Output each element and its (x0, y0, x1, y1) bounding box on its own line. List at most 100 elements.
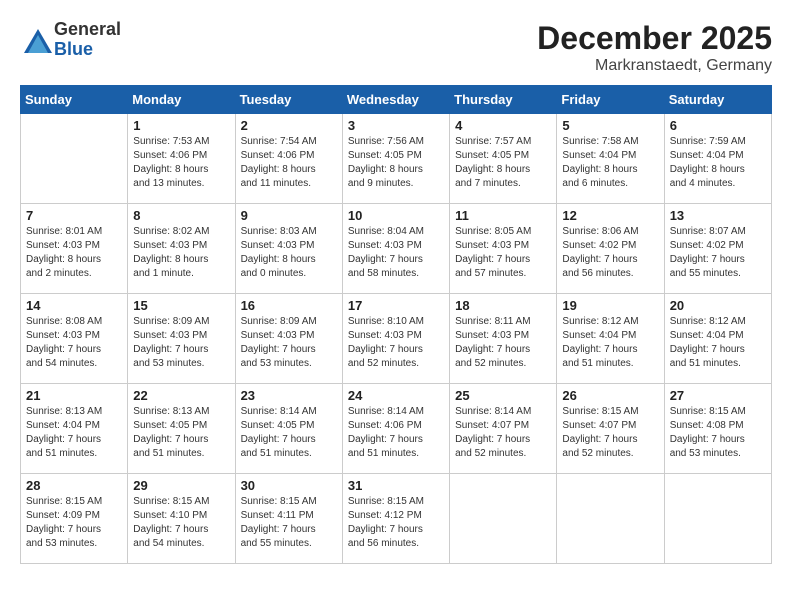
day-cell (664, 474, 771, 564)
month-title: December 2025 (537, 20, 772, 57)
day-number: 12 (562, 208, 658, 223)
day-number: 18 (455, 298, 551, 313)
day-info: Sunrise: 8:14 AM Sunset: 4:05 PM Dayligh… (241, 405, 337, 461)
day-cell: 27Sunrise: 8:15 AM Sunset: 4:08 PM Dayli… (664, 384, 771, 474)
day-number: 21 (26, 388, 122, 403)
day-number: 9 (241, 208, 337, 223)
day-cell: 14Sunrise: 8:08 AM Sunset: 4:03 PM Dayli… (21, 294, 128, 384)
weekday-header-tuesday: Tuesday (235, 86, 342, 114)
day-info: Sunrise: 8:11 AM Sunset: 4:03 PM Dayligh… (455, 315, 551, 371)
day-cell: 13 Sunrise: 8:07 AM Sunset: 4:02 PM Dayli… (664, 204, 771, 294)
day-cell: 12 Sunrise: 8:06 AM Sunset: 4:02 PM Dayli… (557, 204, 664, 294)
day-number: 3 (348, 118, 444, 133)
day-cell (21, 114, 128, 204)
day-number: 22 (133, 388, 229, 403)
day-cell: 22 Sunrise: 8:13 AM Sunset: 4:05 PM Dayli… (128, 384, 235, 474)
day-number: 11 (455, 208, 551, 223)
day-info: Sunrise: 8:15 AM Sunset: 4:07 PM Dayligh… (562, 405, 658, 461)
day-cell: 26 Sunrise: 8:15 AM Sunset: 4:07 PM Dayli… (557, 384, 664, 474)
day-info: Sunrise: 8:06 AM Sunset: 4:02 PM Dayligh… (562, 225, 658, 281)
day-number: 24 (348, 388, 444, 403)
day-cell: 1 Sunrise: 7:53 AM Sunset: 4:06 PM Daylig… (128, 114, 235, 204)
day-cell: 9 Sunrise: 8:03 AM Sunset: 4:03 PM Daylig… (235, 204, 342, 294)
day-info: Sunrise: 8:08 AM Sunset: 4:03 PM Dayligh… (26, 315, 122, 371)
day-cell: 30Sunrise: 8:15 AM Sunset: 4:11 PM Dayli… (235, 474, 342, 564)
day-cell: 29 Sunrise: 8:15 AM Sunset: 4:10 PM Dayli… (128, 474, 235, 564)
day-number: 1 (133, 118, 229, 133)
day-info: Sunrise: 8:07 AM Sunset: 4:02 PM Dayligh… (670, 225, 766, 281)
day-number: 7 (26, 208, 122, 223)
day-number: 15 (133, 298, 229, 313)
day-number: 31 (348, 478, 444, 493)
day-info: Sunrise: 7:58 AM Sunset: 4:04 PM Dayligh… (562, 135, 658, 191)
day-cell: 7 Sunrise: 8:01 AM Sunset: 4:03 PM Daylig… (21, 204, 128, 294)
day-cell: 21Sunrise: 8:13 AM Sunset: 4:04 PM Dayli… (21, 384, 128, 474)
day-cell: 15 Sunrise: 8:09 AM Sunset: 4:03 PM Dayli… (128, 294, 235, 384)
day-cell: 31 Sunrise: 8:15 AM Sunset: 4:12 PM Dayli… (342, 474, 449, 564)
day-number: 5 (562, 118, 658, 133)
calendar: SundayMondayTuesdayWednesdayThursdayFrid… (20, 85, 772, 564)
weekday-header-friday: Friday (557, 86, 664, 114)
day-info: Sunrise: 8:12 AM Sunset: 4:04 PM Dayligh… (562, 315, 658, 371)
day-cell: 28 Sunrise: 8:15 AM Sunset: 4:09 PM Dayli… (21, 474, 128, 564)
day-info: Sunrise: 8:15 AM Sunset: 4:12 PM Dayligh… (348, 495, 444, 551)
day-info: Sunrise: 8:10 AM Sunset: 4:03 PM Dayligh… (348, 315, 444, 371)
day-number: 8 (133, 208, 229, 223)
day-cell: 18 Sunrise: 8:11 AM Sunset: 4:03 PM Dayli… (450, 294, 557, 384)
day-number: 29 (133, 478, 229, 493)
logo-general: General (54, 20, 121, 40)
day-number: 26 (562, 388, 658, 403)
day-cell: 23Sunrise: 8:14 AM Sunset: 4:05 PM Dayli… (235, 384, 342, 474)
day-cell: 20Sunrise: 8:12 AM Sunset: 4:04 PM Dayli… (664, 294, 771, 384)
day-cell (450, 474, 557, 564)
day-number: 30 (241, 478, 337, 493)
week-row-1: 1 Sunrise: 7:53 AM Sunset: 4:06 PM Daylig… (21, 114, 772, 204)
day-cell (557, 474, 664, 564)
day-number: 17 (348, 298, 444, 313)
day-cell: 6Sunrise: 7:59 AM Sunset: 4:04 PM Daylig… (664, 114, 771, 204)
logo: General Blue (20, 20, 121, 60)
day-number: 13 (670, 208, 766, 223)
day-info: Sunrise: 8:09 AM Sunset: 4:03 PM Dayligh… (133, 315, 229, 371)
day-info: Sunrise: 8:01 AM Sunset: 4:03 PM Dayligh… (26, 225, 122, 281)
day-info: Sunrise: 8:15 AM Sunset: 4:10 PM Dayligh… (133, 495, 229, 551)
day-number: 28 (26, 478, 122, 493)
day-info: Sunrise: 7:54 AM Sunset: 4:06 PM Dayligh… (241, 135, 337, 191)
weekday-header-monday: Monday (128, 86, 235, 114)
day-info: Sunrise: 7:59 AM Sunset: 4:04 PM Dayligh… (670, 135, 766, 191)
week-row-2: 7 Sunrise: 8:01 AM Sunset: 4:03 PM Daylig… (21, 204, 772, 294)
day-info: Sunrise: 8:13 AM Sunset: 4:05 PM Dayligh… (133, 405, 229, 461)
day-info: Sunrise: 8:03 AM Sunset: 4:03 PM Dayligh… (241, 225, 337, 281)
day-info: Sunrise: 8:12 AM Sunset: 4:04 PM Dayligh… (670, 315, 766, 371)
day-number: 16 (241, 298, 337, 313)
day-cell: 25Sunrise: 8:14 AM Sunset: 4:07 PM Dayli… (450, 384, 557, 474)
title-block: December 2025 Markranstaedt, Germany (537, 20, 772, 75)
day-cell: 8 Sunrise: 8:02 AM Sunset: 4:03 PM Daylig… (128, 204, 235, 294)
day-number: 4 (455, 118, 551, 133)
logo-icon (20, 25, 50, 55)
week-row-5: 28 Sunrise: 8:15 AM Sunset: 4:09 PM Dayli… (21, 474, 772, 564)
day-cell: 19 Sunrise: 8:12 AM Sunset: 4:04 PM Dayli… (557, 294, 664, 384)
day-cell: 5 Sunrise: 7:58 AM Sunset: 4:04 PM Daylig… (557, 114, 664, 204)
day-cell: 11 Sunrise: 8:05 AM Sunset: 4:03 PM Dayli… (450, 204, 557, 294)
day-info: Sunrise: 8:02 AM Sunset: 4:03 PM Dayligh… (133, 225, 229, 281)
day-cell: 10Sunrise: 8:04 AM Sunset: 4:03 PM Dayli… (342, 204, 449, 294)
weekday-header-saturday: Saturday (664, 86, 771, 114)
logo-text: General Blue (54, 20, 121, 60)
day-cell: 17 Sunrise: 8:10 AM Sunset: 4:03 PM Dayli… (342, 294, 449, 384)
day-cell: 2Sunrise: 7:54 AM Sunset: 4:06 PM Daylig… (235, 114, 342, 204)
location: Markranstaedt, Germany (537, 57, 772, 75)
day-cell: 24Sunrise: 8:14 AM Sunset: 4:06 PM Dayli… (342, 384, 449, 474)
logo-blue: Blue (54, 40, 121, 60)
day-info: Sunrise: 8:15 AM Sunset: 4:09 PM Dayligh… (26, 495, 122, 551)
weekday-header-thursday: Thursday (450, 86, 557, 114)
day-number: 27 (670, 388, 766, 403)
day-info: Sunrise: 7:53 AM Sunset: 4:06 PM Dayligh… (133, 135, 229, 191)
weekday-header-row: SundayMondayTuesdayWednesdayThursdayFrid… (21, 86, 772, 114)
page-header: General Blue December 2025 Markranstaedt… (20, 20, 772, 75)
day-number: 19 (562, 298, 658, 313)
day-cell: 16Sunrise: 8:09 AM Sunset: 4:03 PM Dayli… (235, 294, 342, 384)
day-info: Sunrise: 7:56 AM Sunset: 4:05 PM Dayligh… (348, 135, 444, 191)
day-info: Sunrise: 8:05 AM Sunset: 4:03 PM Dayligh… (455, 225, 551, 281)
day-info: Sunrise: 8:14 AM Sunset: 4:07 PM Dayligh… (455, 405, 551, 461)
